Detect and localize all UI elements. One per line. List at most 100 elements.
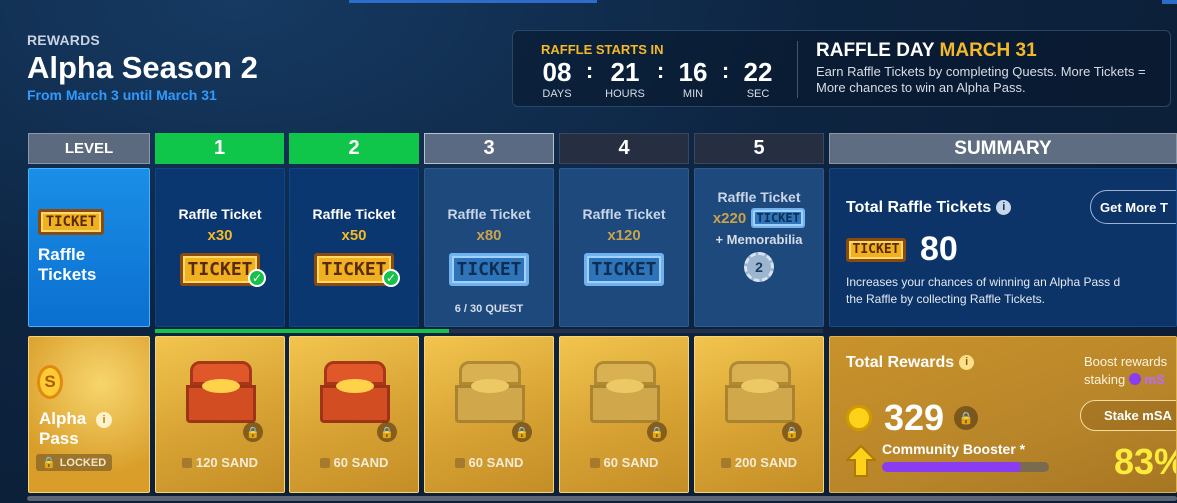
- level-progress-bar: [155, 329, 823, 333]
- sand-reward-amount: 60 SAND: [290, 455, 418, 470]
- lock-icon: 🔒: [42, 457, 56, 469]
- sand-reward-level-1[interactable]: 🔒 120 SAND: [155, 336, 285, 493]
- boost-text-line-2: staking mS: [1084, 372, 1165, 387]
- raffle-description: Earn Raffle Tickets by completing Quests…: [816, 64, 1146, 95]
- raffle-reward-qty: x80: [476, 227, 502, 244]
- raffle-reward-title: Raffle Ticket: [447, 206, 531, 222]
- info-icon[interactable]: i: [959, 354, 975, 370]
- treasure-chest-icon: [725, 361, 795, 423]
- timer-divider: [797, 41, 798, 98]
- sand-icon: [589, 458, 600, 468]
- total-rewards-amount: 329 🔒: [846, 397, 979, 439]
- countdown-seconds-value: 22: [743, 57, 773, 87]
- raffle-reward-qty-row: x220 TICKET: [695, 208, 823, 228]
- info-icon[interactable]: i: [95, 412, 112, 428]
- alpha-pass-label-line-1: Alpha i: [39, 409, 112, 429]
- raffle-reward-level-3[interactable]: Raffle Ticket x80 TICKET 6 / 30 QUEST: [424, 168, 554, 327]
- total-raffle-tickets-label: Total Raffle Tickets: [846, 199, 992, 216]
- lock-icon: 🔒: [377, 422, 397, 442]
- level-progress-fill: [155, 329, 449, 333]
- countdown-hours-label: HOURS: [605, 88, 645, 100]
- sand-icon: [319, 458, 330, 468]
- ticket-icon: TICKET: [846, 237, 906, 262]
- ticket-icon: TICKET: [38, 209, 104, 235]
- ticket-icon: TICKET: [751, 208, 806, 228]
- raffle-reward-qty: x220: [712, 209, 747, 227]
- ticket-icon: TICKET: [449, 253, 529, 286]
- raffle-reward-qty: x120: [607, 227, 641, 244]
- countdown-separator: :: [656, 58, 665, 83]
- level-column-header: LEVEL: [28, 133, 150, 164]
- sand-reward-amount: 120 SAND: [156, 455, 284, 470]
- lock-icon: 🔒: [243, 422, 263, 442]
- lock-icon: 🔒: [782, 422, 802, 442]
- level-3-header[interactable]: 3: [424, 133, 554, 164]
- info-icon[interactable]: i: [996, 199, 1012, 215]
- raffle-summary-desc-line-2: the Raffle by collecting Raffle Tickets.: [846, 292, 1045, 306]
- countdown: 08 DAYS : 21 HOURS : 16 MIN : 22 SEC: [537, 58, 778, 101]
- raffle-reward-level-5[interactable]: Raffle Ticket x220 TICKET + Memorabilia …: [694, 168, 824, 327]
- page-header: REWARDS Alpha Season 2 From March 3 unti…: [27, 32, 258, 103]
- level-4-header[interactable]: 4: [559, 133, 689, 164]
- page-title: Alpha Season 2: [27, 50, 258, 85]
- total-rewards-value: 329: [884, 397, 945, 438]
- sand-reward-level-2[interactable]: 🔒 60 SAND: [289, 336, 419, 493]
- raffle-reward-level-2[interactable]: Raffle Ticket x50 TICKET ✓: [289, 168, 419, 327]
- sand-coin-icon: [846, 405, 872, 431]
- raffle-reward-title: Raffle Ticket: [312, 206, 396, 222]
- sand-reward-level-3[interactable]: 🔒 60 SAND: [424, 336, 554, 493]
- sand-icon: [454, 458, 465, 468]
- ticket-icon: TICKET: [584, 253, 664, 286]
- treasure-chest-icon: [320, 361, 390, 423]
- season-dates: From March 3 until March 31: [27, 87, 217, 103]
- treasure-chest-icon: [455, 361, 525, 423]
- check-icon: ✓: [248, 269, 266, 287]
- raffle-reward-title: Raffle Ticket: [582, 206, 666, 222]
- memorabilia-medal-icon: 2: [744, 252, 774, 282]
- rewards-summary-panel: Total Rewards i Boost rewards staking mS …: [829, 336, 1177, 493]
- community-booster-label: Community Booster *: [882, 441, 1026, 457]
- sand-reward-level-4[interactable]: 🔒 60 SAND: [559, 336, 689, 493]
- sand-icon: [181, 458, 192, 468]
- community-booster-fill: [882, 462, 1021, 472]
- raffle-day-heading: RAFFLE DAY MARCH 31: [816, 40, 1037, 62]
- active-tab-indicator-right: [1162, 0, 1177, 4]
- countdown-separator: :: [585, 58, 594, 83]
- raffle-summary-desc-line-1: Increases your chances of winning an Alp…: [846, 275, 1121, 289]
- raffle-tickets-row-label: TICKET Raffle Tickets: [28, 168, 150, 327]
- total-raffle-tickets-count: 80: [920, 230, 958, 268]
- get-more-tickets-button[interactable]: Get More T: [1090, 190, 1176, 224]
- horizontal-scrollbar[interactable]: [27, 496, 1177, 501]
- lock-icon: 🔒: [954, 406, 979, 430]
- total-rewards-label: Total Rewards: [846, 354, 955, 371]
- total-rewards-title: Total Rewards i: [846, 354, 975, 372]
- section-eyebrow: REWARDS: [27, 32, 100, 48]
- lock-icon: 🔒: [647, 422, 667, 442]
- raffle-reward-level-1[interactable]: Raffle Ticket x30 TICKET ✓: [155, 168, 285, 327]
- quest-progress-text: 6 / 30 QUEST: [454, 303, 524, 315]
- sand-reward-amount: 60 SAND: [425, 455, 553, 470]
- check-icon: ✓: [382, 269, 400, 287]
- level-5-header[interactable]: 5: [694, 133, 824, 164]
- countdown-hours: 21 HOURS: [602, 59, 648, 100]
- locked-badge-text: LOCKED: [59, 456, 107, 469]
- sand-reward-level-5[interactable]: 🔒 200 SAND: [694, 336, 824, 493]
- countdown-days: 08 DAYS: [537, 59, 577, 100]
- lock-icon: 🔒: [512, 422, 532, 442]
- alpha-pass-label: Alpha i Pass: [39, 409, 112, 449]
- total-raffle-tickets: TICKET 80: [846, 230, 958, 269]
- raffle-reward-level-4[interactable]: Raffle Ticket x120 TICKET: [559, 168, 689, 327]
- level-1-header[interactable]: 1: [155, 133, 284, 164]
- countdown-minutes-value: 16: [678, 57, 708, 87]
- countdown-hours-value: 21: [610, 57, 640, 87]
- booster-percent: 83%: [1114, 441, 1176, 482]
- countdown-minutes: 16 MIN: [673, 59, 713, 100]
- countdown-separator: :: [721, 58, 730, 83]
- arrow-up-icon: [846, 445, 876, 477]
- alpha-coin-icon: S: [37, 365, 63, 399]
- community-booster-bar: [882, 462, 1049, 472]
- stake-msand-button[interactable]: Stake mSA: [1080, 400, 1176, 431]
- countdown-seconds: 22 SEC: [738, 59, 778, 100]
- level-2-header[interactable]: 2: [289, 133, 419, 164]
- sand-reward-amount: 60 SAND: [560, 455, 688, 470]
